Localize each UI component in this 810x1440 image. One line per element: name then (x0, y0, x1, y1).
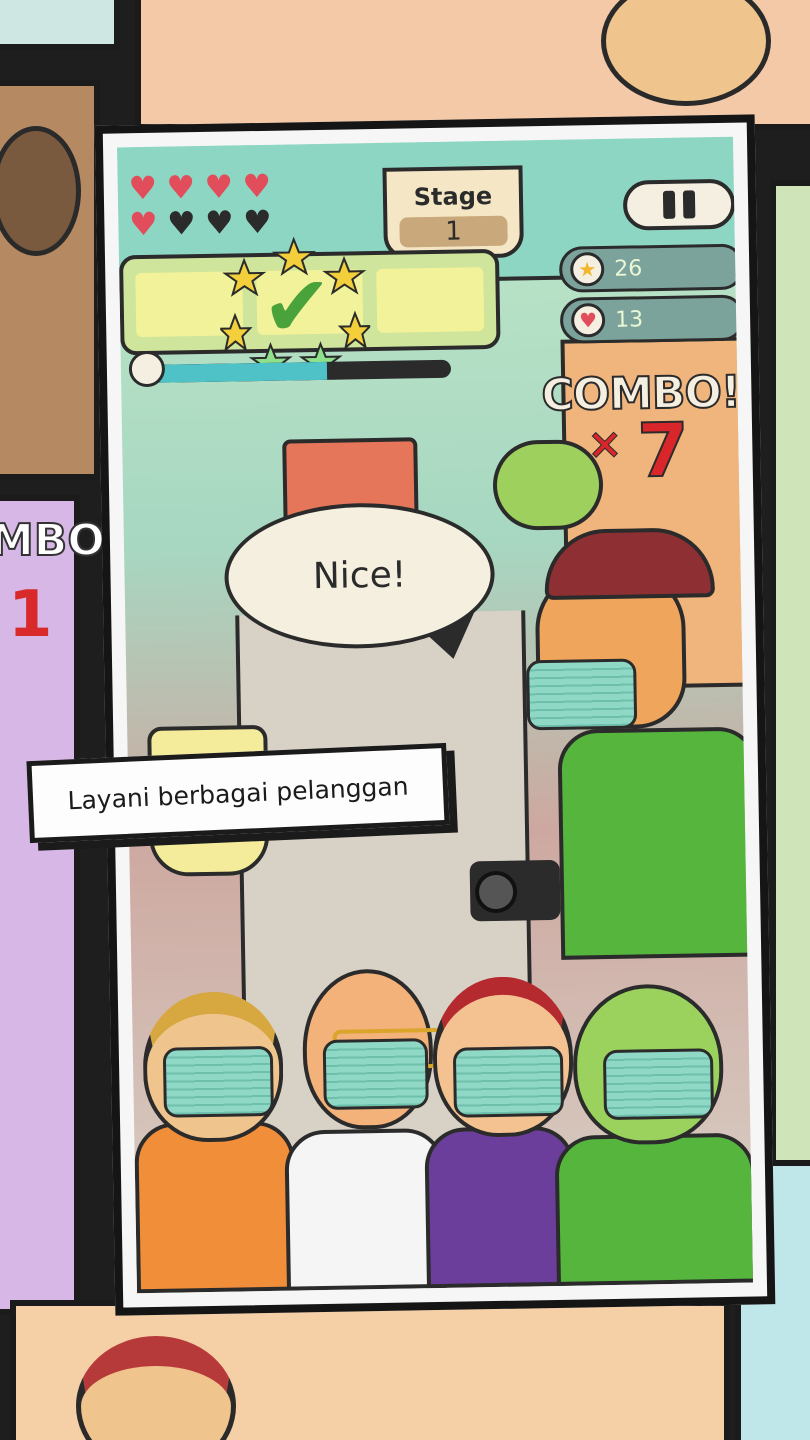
combo-multiplier-symbol: × (586, 418, 623, 469)
face-mask-icon (602, 1048, 715, 1121)
stage-label: Stage (413, 181, 493, 212)
bg-combo-fragment: MBO (0, 514, 106, 567)
stage-number: 1 (399, 215, 508, 248)
timer-fill (140, 361, 328, 384)
heart-full-icon: ♥ (128, 204, 159, 244)
game-screen: ♥ ♥ ♥ ♥ ♥ ♥ ♥ ♥ Stage 1 ★ 26 ♥ 13 ✔ COMB… (94, 114, 776, 1316)
caption-text: Layani berbagai pelanggan (66, 771, 410, 815)
bg-panel-top-left (0, 0, 120, 50)
pause-icon (682, 190, 696, 219)
star-counter: ★ 26 (558, 243, 745, 293)
heart-full-icon: ♥ (166, 168, 196, 207)
heart-count: 13 (614, 306, 644, 333)
pause-button[interactable] (622, 178, 736, 231)
bg-character-face (76, 1336, 236, 1440)
pause-icon (662, 190, 676, 219)
timer-bar (140, 359, 452, 384)
bg-panel-left-upper (0, 80, 100, 480)
bg-panel-top (135, 0, 810, 130)
bg-combo-number: 1 (8, 578, 53, 652)
heart-empty-icon: ♥ (242, 202, 273, 242)
bg-panel-right-upper (770, 180, 810, 1170)
heart-full-icon: ♥ (128, 168, 158, 208)
star-count: 26 (614, 255, 643, 282)
face-mask-icon (526, 658, 638, 731)
check-mark-icon: ✔ (260, 256, 334, 356)
bg-panel-bottom (10, 1300, 730, 1440)
heart-empty-icon: ♥ (166, 204, 197, 243)
queue-customer-driver[interactable] (131, 963, 753, 1294)
customer-queue (131, 963, 753, 1294)
order-slot (376, 267, 485, 333)
heart-full-icon: ♥ (242, 166, 272, 206)
customer-body (554, 1132, 753, 1286)
lives-hearts: ♥ ♥ ♥ ♥ ♥ ♥ ♥ ♥ (125, 166, 286, 244)
speech-text: Nice! (312, 554, 407, 598)
game-scene: ♥ ♥ ♥ ♥ ♥ ♥ ♥ ♥ Stage 1 ★ 26 ♥ 13 ✔ COMB… (117, 136, 753, 1294)
combo-value: 7 (636, 407, 691, 496)
bg-character-face (601, 0, 771, 106)
customer-body (557, 726, 753, 960)
heart-icon: ♥ (570, 302, 606, 338)
cap-icon (543, 527, 715, 601)
heart-counter: ♥ 13 (559, 294, 746, 344)
star-icon: ★ (569, 251, 605, 287)
bg-character-face (0, 126, 81, 256)
heart-full-icon: ♥ (204, 167, 234, 206)
customer-photographer[interactable] (469, 526, 753, 960)
heart-empty-icon: ♥ (204, 203, 235, 242)
stage-indicator: Stage 1 (382, 165, 525, 260)
